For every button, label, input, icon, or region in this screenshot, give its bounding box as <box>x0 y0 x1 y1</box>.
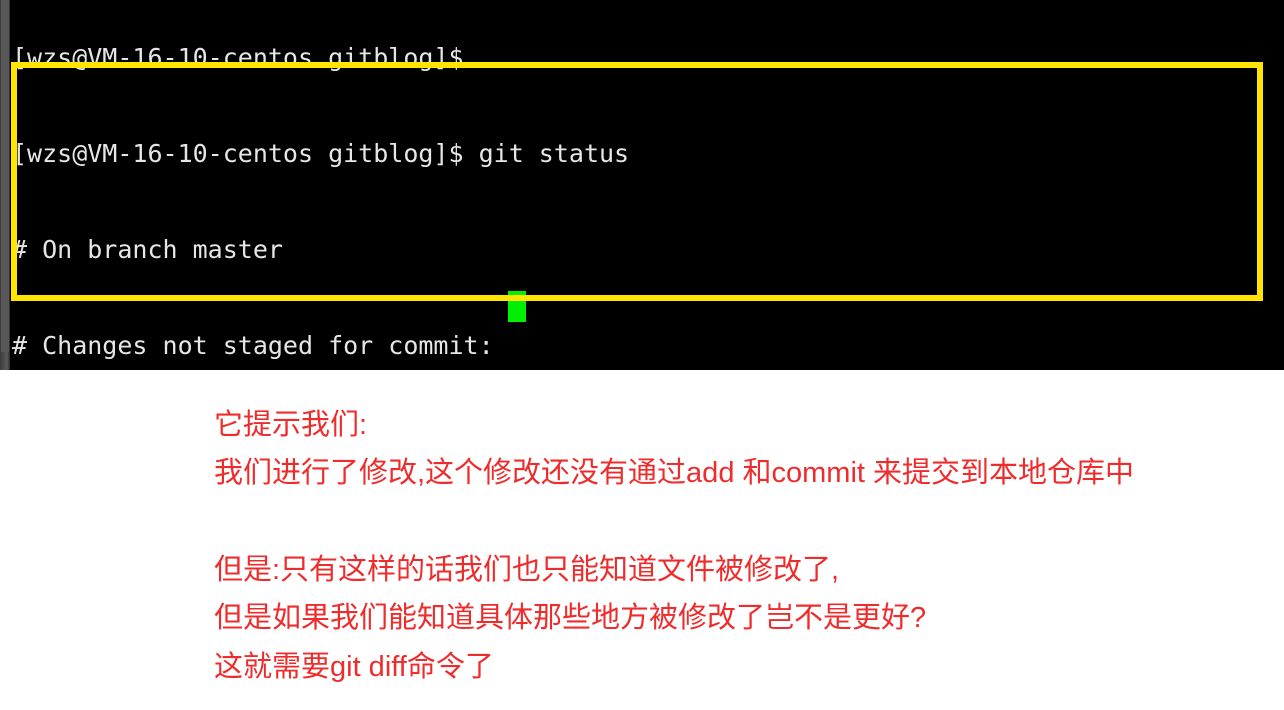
terminal-line-prev: [wzs@VM-16-10-centos gitblog]$ <box>12 43 479 72</box>
terminal-line-branch: # On branch master <box>12 235 283 264</box>
annotation-line-1: 它提示我们: <box>214 409 368 441</box>
annotation-line-4: 但是如果我们能知道具体那些地方被修改了岂不是更好? <box>214 602 927 634</box>
terminal-output: [wzs@VM-16-10-centos gitblog]$ [wzs@VM-1… <box>12 0 1284 370</box>
terminal-line-changes-header: # Changes not staged for commit: <box>12 331 494 360</box>
annotation-line-3: 但是:只有这样的话我们也只能知道文件被修改了, <box>214 554 840 586</box>
annotation-line-5: 这就需要git diff命令了 <box>214 651 494 683</box>
terminal-window[interactable]: [wzs@VM-16-10-centos gitblog]$ [wzs@VM-1… <box>0 0 1284 370</box>
annotation-line-2: 我们进行了修改,这个修改还没有通过add 和commit 来提交到本地仓库中 <box>214 457 1135 489</box>
annotation-panel: 它提示我们: 我们进行了修改,这个修改还没有通过add 和commit 来提交到… <box>0 370 1284 710</box>
terminal-scrollbar-thumb[interactable] <box>1 0 9 352</box>
terminal-scrollbar[interactable] <box>0 0 10 370</box>
terminal-line-command: [wzs@VM-16-10-centos gitblog]$ git statu… <box>12 139 630 168</box>
terminal-cursor <box>508 291 526 322</box>
